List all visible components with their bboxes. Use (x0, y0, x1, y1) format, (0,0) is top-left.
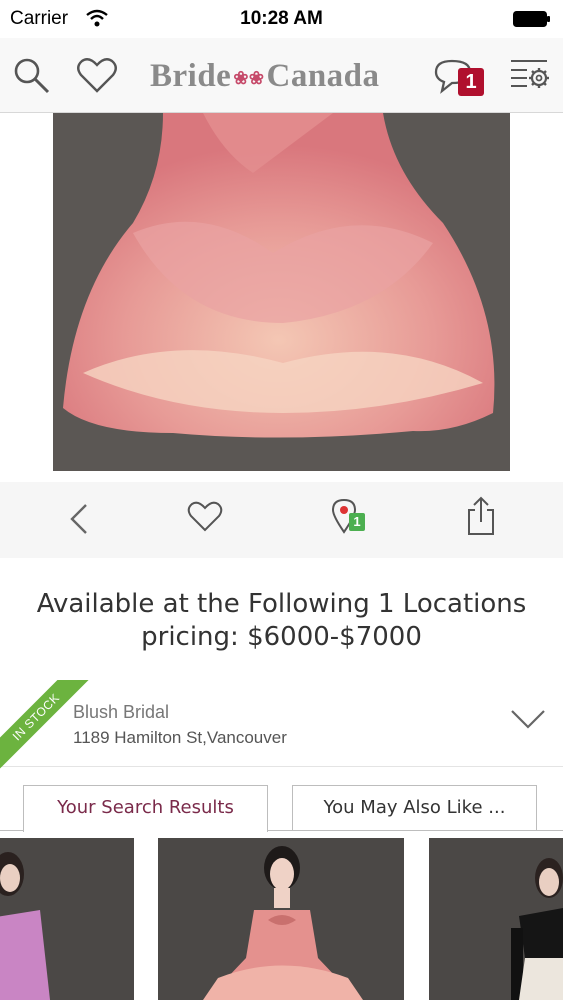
results-tabs: Your Search Results You May Also Like ..… (0, 785, 563, 832)
chevron-down-icon[interactable] (510, 708, 546, 730)
messages-badge: 1 (458, 68, 484, 96)
dress-main-image[interactable] (53, 113, 510, 471)
share-icon[interactable] (467, 496, 495, 536)
battery-icon (513, 11, 550, 27)
logo-text-canada: Canada (266, 58, 380, 94)
tab-your-search-results[interactable]: Your Search Results (23, 785, 268, 832)
dress-thumbnail[interactable] (429, 838, 563, 1000)
store-address: 1189 Hamilton St,Vancouver (73, 728, 287, 747)
dress-thumbnail[interactable] (158, 838, 404, 1000)
store-location-row[interactable]: IN STOCK Blush Bridal 1189 Hamilton St,V… (0, 680, 563, 770)
availability-line: Available at the Following 1 Locations (36, 589, 527, 619)
top-navigation-bar: Bride ❀❀Canada 1 (0, 38, 563, 113)
lilac-dress-image (0, 838, 134, 1000)
in-stock-label: IN STOCK (0, 680, 90, 770)
black-white-dress-image (429, 838, 563, 1000)
pricing-line: pricing: $6000-$7000 (141, 622, 422, 652)
bride-canada-logo[interactable]: Bride ❀❀Canada (150, 58, 410, 98)
heart-icon[interactable] (76, 56, 118, 94)
tab-you-may-also-like[interactable]: You May Also Like ... (292, 785, 537, 830)
search-icon[interactable] (12, 56, 52, 96)
status-bar: Carrier 10:28 AM (0, 0, 563, 38)
availability-text: Available at the Following 1 Locations p… (0, 588, 563, 654)
pink-ballgown-illustration (53, 113, 510, 471)
back-chevron-icon[interactable] (68, 502, 90, 536)
store-name: Blush Bridal (73, 702, 170, 722)
dress-action-bar (0, 482, 563, 558)
heart-icon[interactable] (187, 500, 223, 532)
dress-thumbnail[interactable] (0, 838, 134, 1000)
dress-thumbnail-strip (0, 838, 563, 1000)
status-time: 10:28 AM (240, 8, 323, 29)
pink-bow-dress-image (158, 838, 404, 1000)
logo-text-bride: Bride (150, 58, 232, 94)
settings-menu-icon[interactable] (509, 56, 551, 94)
location-count-badge: 1 (349, 513, 365, 531)
logo-flower-icon: ❀❀ (233, 67, 265, 88)
in-stock-ribbon: IN STOCK (0, 680, 90, 770)
